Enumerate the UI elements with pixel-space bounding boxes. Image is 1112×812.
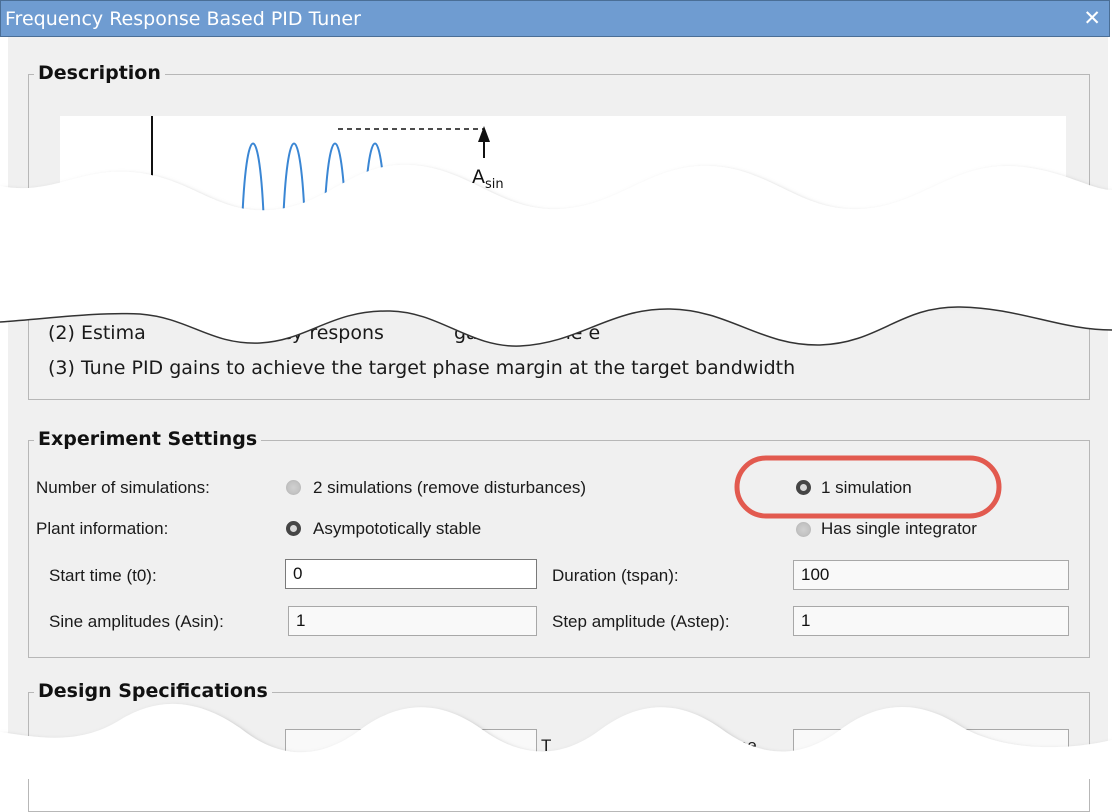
step-amplitude-label: Step amplitude (Astep): bbox=[552, 612, 730, 631]
asymptotically-stable-label[interactable]: Asympototically stable bbox=[313, 519, 481, 539]
window-title: Frequency Response Based PID Tuner bbox=[5, 8, 361, 30]
radio-asymptotically-stable[interactable] bbox=[286, 521, 301, 536]
target-phase-margin-label-b: rgin (degree bbox=[665, 736, 757, 755]
description-frame-continued bbox=[28, 290, 1090, 400]
amplitude-arrow-head bbox=[478, 126, 490, 142]
step-amplitude-input[interactable]: 1 bbox=[793, 606, 1069, 636]
duration-label: Duration (tspan): bbox=[552, 566, 679, 585]
window-titlebar: Frequency Response Based PID Tuner ✕ bbox=[0, 0, 1110, 37]
duration-input[interactable]: 100 bbox=[793, 560, 1069, 590]
description-diagram: Asin bbox=[60, 116, 1066, 226]
amplitude-label: Asin bbox=[472, 166, 504, 192]
diagram-svg bbox=[151, 116, 490, 226]
design-legend: Design Specifications bbox=[34, 680, 272, 702]
single-integrator-label[interactable]: Has single integrator bbox=[821, 519, 977, 539]
description-legend: Description bbox=[34, 62, 165, 84]
start-time-input[interactable]: 0 bbox=[285, 559, 537, 589]
target-phase-margin-label-a: T bbox=[541, 736, 552, 755]
radio-two-simulations[interactable] bbox=[286, 480, 301, 495]
radio-one-simulation[interactable] bbox=[796, 480, 811, 495]
radio-single-integrator[interactable] bbox=[796, 522, 811, 537]
experiment-legend: Experiment Settings bbox=[34, 428, 262, 450]
sine-amplitude-label: Sine amplitudes (Asin): bbox=[49, 612, 224, 631]
target-bandwidth-input[interactable] bbox=[285, 729, 537, 759]
main-panel: (2) Estima quency respons gain from the e … bbox=[8, 290, 1108, 812]
sine-pulses bbox=[241, 142, 387, 226]
plant-info-label: Plant information: bbox=[36, 519, 169, 538]
two-simulations-label[interactable]: 2 simulations (remove disturbances) bbox=[313, 478, 586, 498]
close-icon[interactable]: ✕ bbox=[1083, 6, 1101, 30]
target-phase-margin-input[interactable] bbox=[793, 729, 1069, 759]
num-sims-label: Number of simulations: bbox=[36, 478, 210, 497]
target-bandwidth-label-fragment: dwidth (rad/ bbox=[136, 736, 225, 755]
start-time-label: Start time (t0): bbox=[49, 566, 157, 585]
sine-amplitude-input[interactable]: 1 bbox=[288, 606, 537, 636]
description-panel-top: Description Asin bbox=[8, 37, 1108, 234]
step-3-text: (3) Tune PID gains to achieve the target… bbox=[48, 357, 796, 379]
one-simulation-label[interactable]: 1 simulation bbox=[821, 478, 912, 498]
step-2-text: (2) Estima quency respons gain from the e bbox=[48, 322, 601, 344]
